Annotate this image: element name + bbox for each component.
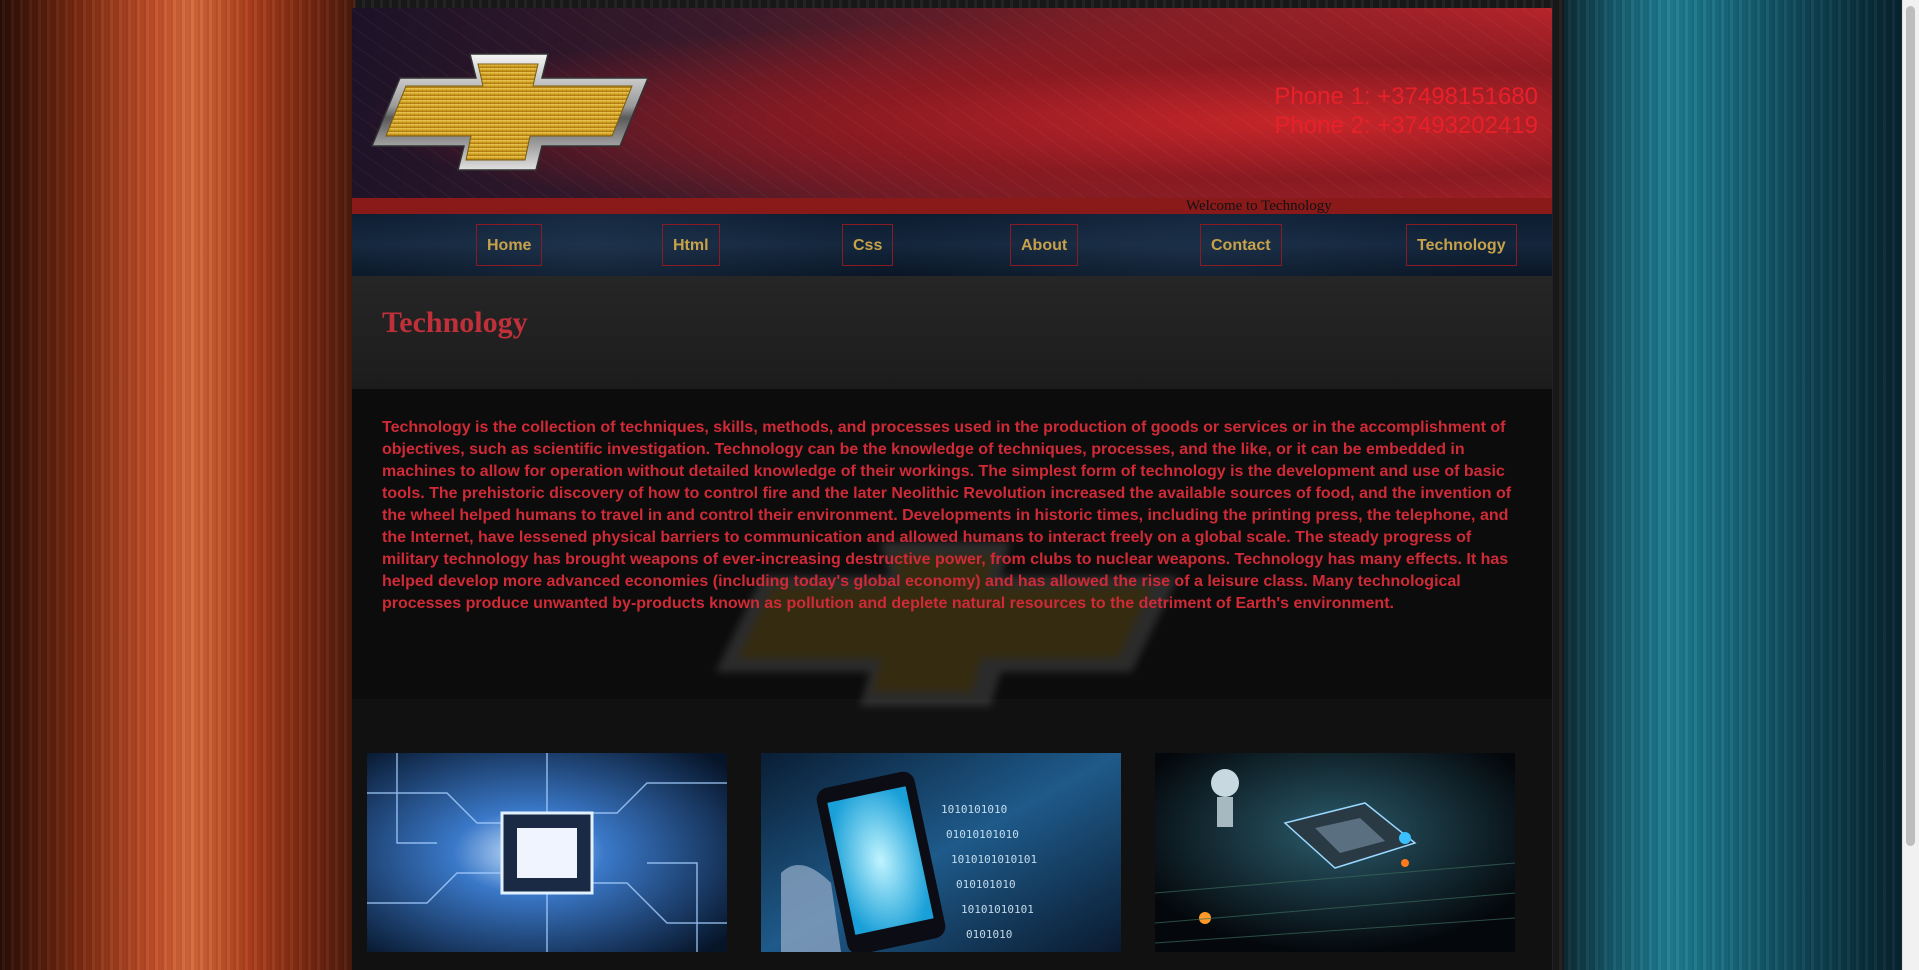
svg-text:0101010: 0101010 xyxy=(966,928,1012,941)
hero-section: Technology xyxy=(352,276,1552,389)
nav-about[interactable]: About xyxy=(1010,224,1079,266)
svg-text:010101010: 010101010 xyxy=(956,878,1016,891)
scrollbar-thumb[interactable] xyxy=(1906,6,1915,846)
nav-home[interactable]: Home xyxy=(476,224,543,266)
phone-numbers: Phone 1: +37498151680 Phone 2: +37493202… xyxy=(1274,82,1538,140)
page-title: Technology xyxy=(382,306,528,339)
main-nav: Home Html Css About Contact Technology xyxy=(352,214,1552,276)
content-section: Technology is the collection of techniqu… xyxy=(352,389,1552,707)
smartphone-binary-image: 1010101010 01010101010 1010101010101 010… xyxy=(761,753,1121,952)
nav-technology[interactable]: Technology xyxy=(1406,224,1517,266)
svg-text:1010101010101: 1010101010101 xyxy=(951,853,1037,866)
svg-text:01010101010: 01010101010 xyxy=(946,828,1019,841)
svg-text:1010101010: 1010101010 xyxy=(941,803,1007,816)
welcome-bar: Welcome to Technology xyxy=(352,198,1552,214)
nav-css[interactable]: Css xyxy=(842,224,894,266)
vertical-scrollbar[interactable] xyxy=(1902,0,1919,970)
phone-2: Phone 2: +37493202419 xyxy=(1274,112,1538,139)
nav-html[interactable]: Html xyxy=(662,224,720,266)
chevrolet-logo-icon xyxy=(370,53,650,171)
phone-1: Phone 1: +37498151680 xyxy=(1274,83,1538,110)
page-container: Phone 1: +37498151680 Phone 2: +37493202… xyxy=(352,8,1552,970)
nav-contact[interactable]: Contact xyxy=(1200,224,1282,266)
circuit-chip-image xyxy=(367,753,727,952)
body-text: Technology is the collection of techniqu… xyxy=(382,419,1512,612)
svg-text:10101010101: 10101010101 xyxy=(961,903,1034,916)
welcome-text: Welcome to Technology xyxy=(1186,198,1332,214)
header: Phone 1: +37498151680 Phone 2: +37493202… xyxy=(352,8,1552,198)
robot-processor-image xyxy=(1155,753,1515,952)
